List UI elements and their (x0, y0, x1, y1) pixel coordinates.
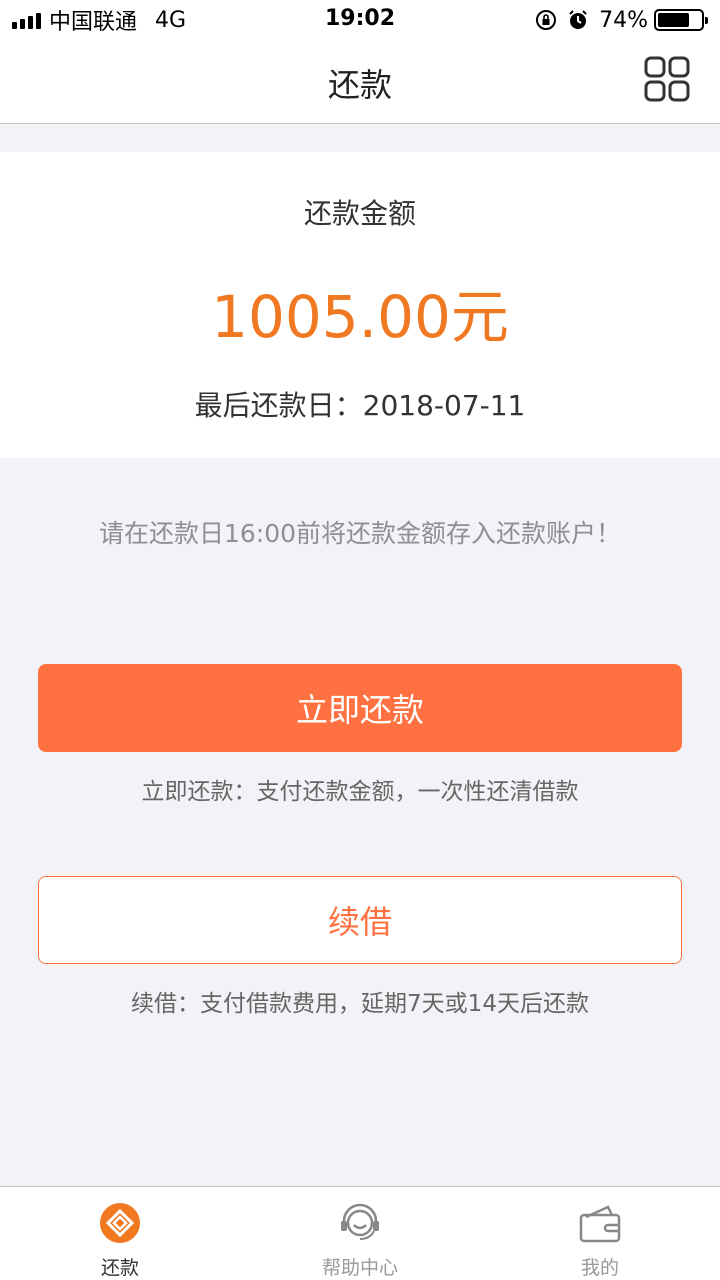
battery-percent: 74% (599, 7, 648, 33)
amount-card: 还款金额 1005.00元 最后还款日：2018-07-11 (0, 152, 720, 458)
tab-label: 我的 (580, 1257, 619, 1279)
tab-label: 帮助中心 (321, 1257, 398, 1279)
alarm-icon (569, 10, 587, 29)
page-title: 还款 (327, 66, 392, 104)
renew-button[interactable]: 续借 (38, 876, 682, 964)
due-date-label: 最后还款日： (194, 389, 363, 422)
tab-bar: 还款 帮助中心 我的 (0, 1186, 720, 1280)
repay-icon (100, 1203, 140, 1243)
due-date-value: 2018-07-11 (362, 389, 526, 422)
status-right: 74% (535, 6, 708, 34)
tab-help-center[interactable]: 帮助中心 (240, 1187, 480, 1280)
repay-now-button[interactable]: 立即还款 (38, 664, 682, 752)
customer-service-icon (341, 1203, 379, 1240)
battery-icon (654, 9, 708, 31)
rotation-lock-icon (536, 10, 557, 30)
tab-profile[interactable]: 我的 (480, 1187, 720, 1280)
tab-repay[interactable]: 还款 (0, 1187, 240, 1280)
grid-icon[interactable] (644, 56, 690, 102)
repayment-notice: 请在还款日16:00前将还款金额存入还款账户！ (98, 519, 622, 548)
status-bar: 中国联通 4G 19:02 74% (0, 0, 720, 40)
amount-label: 还款金额 (303, 197, 416, 230)
repay-now-description: 立即还款：支付还款金额，一次性还清借款 (141, 779, 579, 805)
wallet-icon (579, 1205, 621, 1243)
renew-description: 续借：支付借款费用，延期7天或14天后还款 (131, 991, 589, 1017)
amount-value: 1005.00元 (211, 283, 509, 351)
due-date-line: 最后还款日：2018-07-11 (0, 384, 720, 424)
tab-label: 还款 (100, 1257, 139, 1279)
repayment-screen: 中国联通 4G 19:02 74% 还款 还款金额 1005.00元 最后还款日… (0, 0, 720, 1280)
battery-fill (658, 13, 690, 27)
navigation-bar: 还款 (0, 40, 720, 124)
